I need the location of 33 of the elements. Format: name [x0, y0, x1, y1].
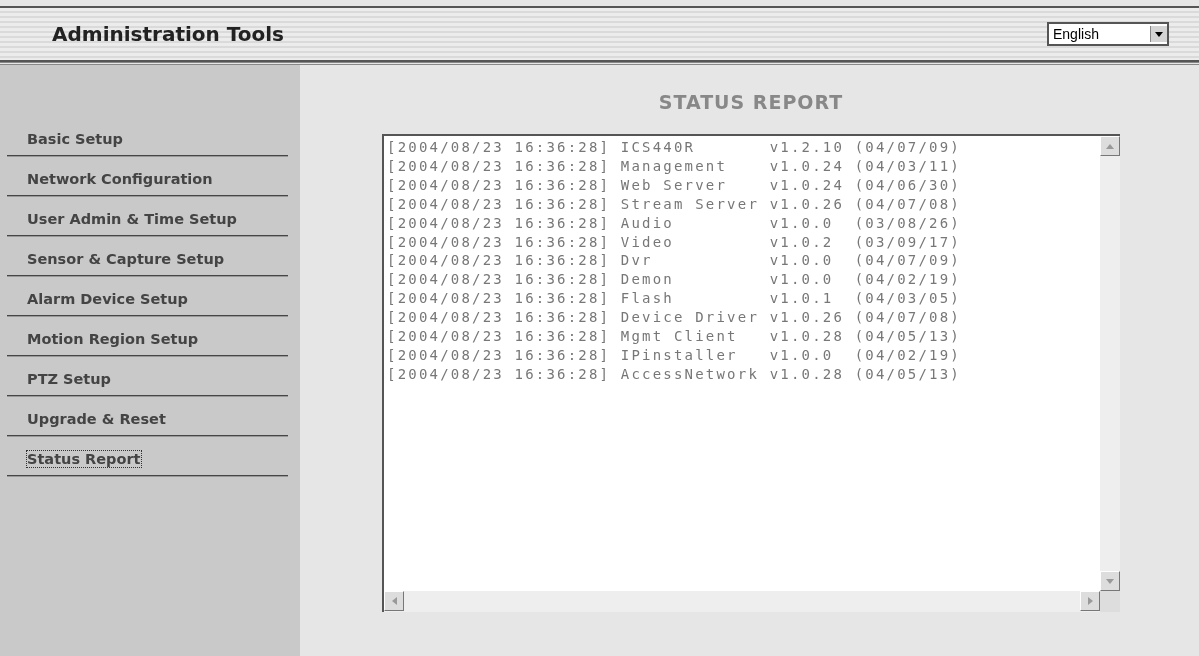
scrollbar-corner: [1100, 591, 1120, 612]
log-line: [2004/08/23 16:36:28] Device Driver v1.0.26 (04/07/08): [387, 308, 961, 328]
sidebar-link[interactable]: Basic Setup: [27, 131, 123, 147]
scroll-left-icon[interactable]: [384, 591, 404, 611]
scroll-up-icon[interactable]: [1100, 136, 1120, 156]
log-line: [2004/08/23 16:36:28] Web Server v1.0.24 (04/06/30): [387, 175, 961, 195]
scroll-down-icon[interactable]: [1100, 571, 1120, 591]
sidebar-link[interactable]: Upgrade & Reset: [27, 411, 166, 427]
log-line: [2004/08/23 16:36:28] Flash v1.0.1 (04/03/05): [387, 289, 961, 309]
log-line: [2004/08/23 16:36:28] Audio v1.0.0 (03/08/26): [387, 213, 961, 233]
sidebar-link[interactable]: User Admin & Time Setup: [27, 211, 237, 227]
page-heading: STATUS REPORT: [657, 91, 845, 113]
status-log-area[interactable]: [382, 134, 1120, 612]
sidebar-link[interactable]: Status Report: [27, 451, 141, 467]
log-line: [2004/08/23 16:36:28] Management v1.0.24 (04/03/11): [387, 156, 961, 176]
log-line: [2004/08/23 16:36:28] Dvr v1.0.0 (04/07/09): [387, 251, 961, 271]
log-line: [2004/08/23 16:36:28] IPinstaller v1.0.0 (04/02/19): [387, 345, 961, 365]
sidebar-link[interactable]: Sensor & Capture Setup: [27, 251, 225, 267]
log-line: [2004/08/23 16:36:28] Demon v1.0.0 (04/02/19): [387, 270, 961, 290]
horizontal-scrollbar[interactable]: [384, 591, 1100, 612]
log-line: [2004/08/23 16:36:28] Stream Server v1.0.26 (04/07/08): [387, 194, 961, 214]
sidebar-link[interactable]: PTZ Setup: [27, 371, 111, 387]
log-line: [2004/08/23 16:36:28] AccessNetwork v1.0.28 (04/05/13): [387, 364, 961, 384]
scroll-right-icon[interactable]: [1080, 591, 1100, 611]
log-line: [2004/08/23 16:36:28] Video v1.0.2 (03/09/17): [387, 232, 961, 252]
sidebar-link[interactable]: Alarm Device Setup: [27, 291, 188, 307]
language-select[interactable]: English: [1047, 22, 1169, 46]
sidebar-link[interactable]: Network Configuration: [27, 171, 213, 187]
log-line: [2004/08/23 16:36:28] Mgmt Client v1.0.28 (04/05/13): [387, 327, 961, 346]
vertical-scrollbar[interactable]: [1100, 136, 1120, 591]
app-title: Administration Tools: [52, 22, 284, 46]
sidebar-link[interactable]: Motion Region Setup: [27, 331, 199, 347]
log-line: [2004/08/23 16:36:28] ICS440R v1.2.10 (04/07/09): [387, 138, 961, 157]
